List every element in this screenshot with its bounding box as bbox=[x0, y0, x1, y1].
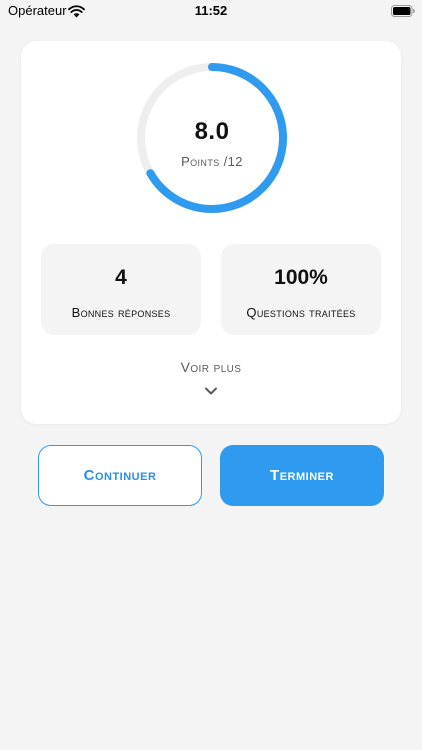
status-bar: Opérateur 11:52 bbox=[0, 0, 422, 24]
chevron-down-icon[interactable] bbox=[204, 386, 218, 396]
results-card: 8.0 Points /12 4 Bonnes réponses 100% Qu… bbox=[21, 41, 401, 424]
battery-icon bbox=[391, 5, 415, 17]
score-value: 8.0 bbox=[194, 118, 230, 145]
stat-value: 100% bbox=[274, 266, 328, 289]
stat-correct-answers: 4 Bonnes réponses bbox=[41, 244, 201, 335]
status-time: 11:52 bbox=[194, 3, 228, 18]
stat-label: Questions traitées bbox=[246, 305, 356, 320]
stat-label: Bonnes réponses bbox=[71, 305, 171, 320]
see-more-link[interactable]: Voir plus bbox=[21, 359, 401, 375]
continue-button[interactable]: Continuer bbox=[38, 445, 202, 506]
finish-button[interactable]: Terminer bbox=[220, 445, 384, 506]
stat-value: 4 bbox=[115, 266, 127, 289]
score-caption: Points /12 bbox=[181, 154, 243, 169]
stat-questions-done: 100% Questions traitées bbox=[221, 244, 381, 335]
